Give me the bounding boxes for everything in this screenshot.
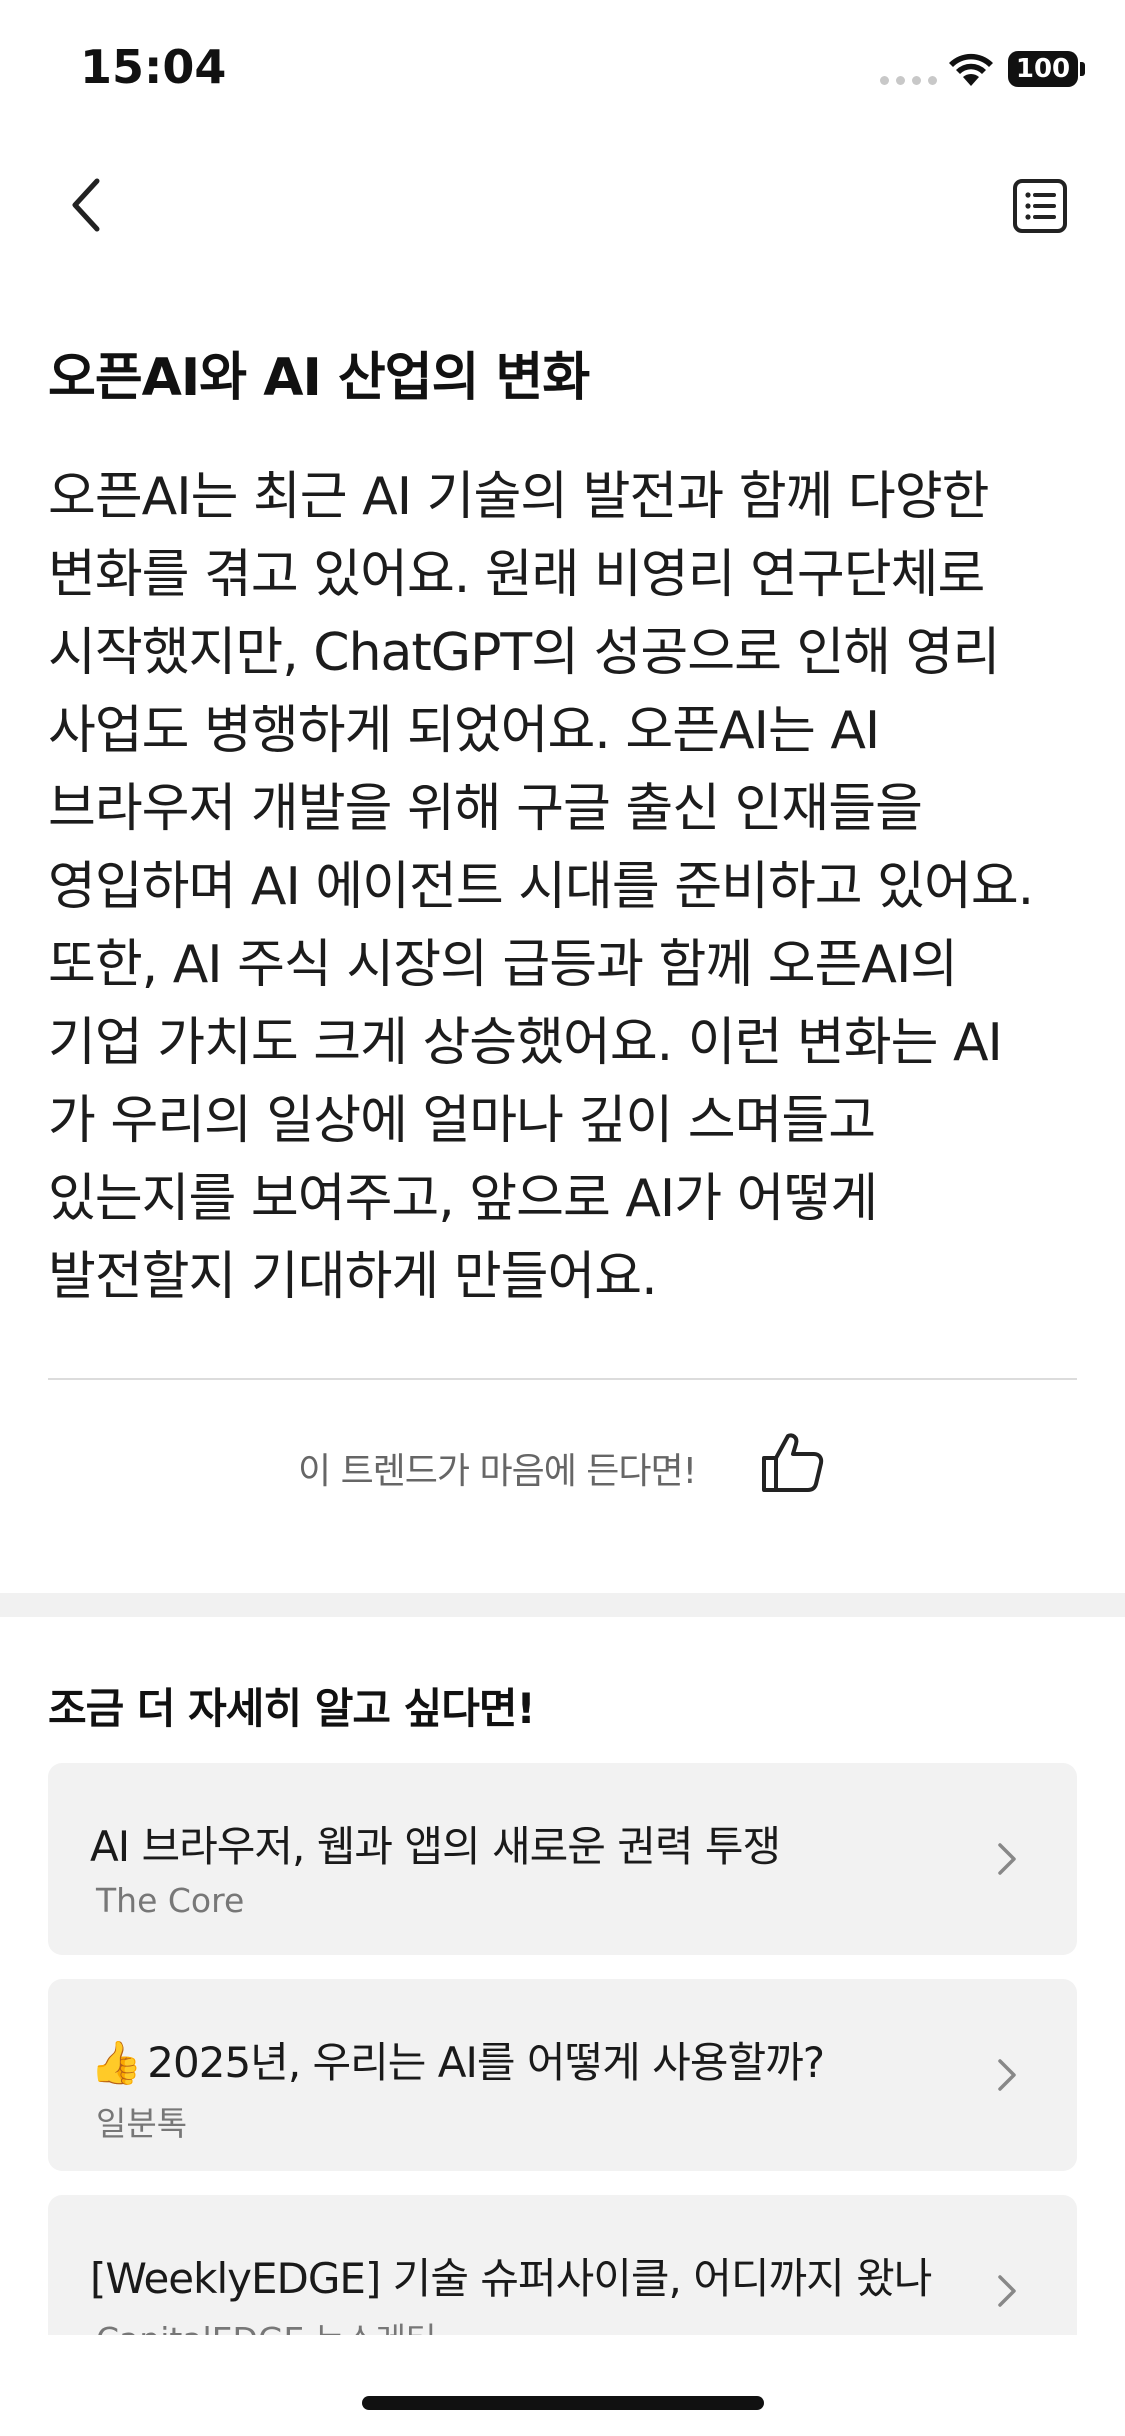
back-button[interactable] [52, 170, 122, 240]
chevron-left-icon [72, 178, 100, 232]
article-title: 오픈AI와 AI 산업의 변화 [48, 348, 590, 408]
status-time: 15:04 [80, 40, 227, 94]
article-line: 기업 가치도 크게 상승했어요. 이런 변화는 AI [48, 1013, 1003, 1073]
article-line: 가 우리의 일상에 얼마나 깊이 스며들고 [48, 1091, 876, 1151]
related-article-title: AI 브라우저, 웹과 앱의 새로운 권력 투쟁 [90, 1822, 781, 1871]
article-line: 변화를 겪고 있어요. 원래 비영리 연구단체로 [48, 545, 985, 605]
chevron-right-icon [998, 1843, 1016, 1875]
like-button[interactable] [758, 1428, 826, 1496]
battery-indicator: 100 [1008, 51, 1078, 87]
nav-bar [0, 140, 1125, 270]
article-line: 사업도 병행하게 되었어요. 오픈AI는 AI [48, 701, 880, 761]
related-article-card[interactable]: AI 브라우저, 웹과 앱의 새로운 권력 투쟁 The Core [48, 1763, 1077, 1955]
chevron-right-icon [998, 2275, 1016, 2307]
list-icon [1013, 179, 1067, 233]
article-line: 시작했지만, ChatGPT의 성공으로 인해 영리 [48, 623, 1000, 683]
related-article-title: [WeeklyEDGE] 기술 슈퍼사이클, 어디까지 왔나 [90, 2254, 932, 2303]
list-button[interactable] [1004, 170, 1076, 242]
article-line: 발전할지 기대하게 만들어요. [48, 1247, 658, 1307]
article-line: 있는지를 보여주고, 앞으로 AI가 어떻게 [48, 1169, 878, 1229]
related-article-title-text: 2025년, 우리는 AI를 어떻게 사용할까? [147, 2038, 825, 2087]
article-line: 브라우저 개발을 위해 구글 출신 인재들을 [48, 779, 923, 839]
section-separator [0, 1593, 1125, 1617]
article-line: 오픈AI는 최근 AI 기술의 발전과 함께 다양한 [48, 467, 989, 527]
related-article-source: The Core [96, 1881, 245, 1920]
divider [48, 1378, 1077, 1380]
thumbs-up-emoji: 👍 [90, 2038, 142, 2087]
battery-cap [1080, 62, 1085, 76]
article-line: 영입하며 AI 에이전트 시대를 준비하고 있어요. [48, 857, 1034, 917]
article-line: 또한, AI 주식 시장의 급등과 함께 오픈AI의 [48, 935, 958, 995]
bottom-safe-area [0, 2335, 1125, 2436]
chevron-right-icon [998, 2059, 1016, 2091]
status-bar: 15:04 100 [0, 0, 1125, 140]
wifi-icon [949, 53, 993, 86]
home-indicator[interactable] [362, 2396, 764, 2410]
article-body: 오픈AI는 최근 AI 기술의 발전과 함께 다양한 변화를 겪고 있어요. 원… [48, 458, 1088, 1316]
thumbs-up-icon [762, 1433, 824, 1492]
related-article-title: 👍 2025년, 우리는 AI를 어떻게 사용할까? [90, 2029, 825, 2090]
related-article-card[interactable]: 👍 2025년, 우리는 AI를 어떻게 사용할까? 일분톡 [48, 1979, 1077, 2171]
cellular-signal-icon [880, 76, 937, 85]
like-row: 이 트렌드가 마음에 든다면! [0, 1420, 1125, 1510]
more-section-title: 조금 더 자세히 알고 싶다면! [48, 1684, 536, 1733]
like-prompt: 이 트렌드가 마음에 든다면! [298, 1451, 697, 1492]
related-article-source: 일분톡 [96, 2104, 188, 2143]
